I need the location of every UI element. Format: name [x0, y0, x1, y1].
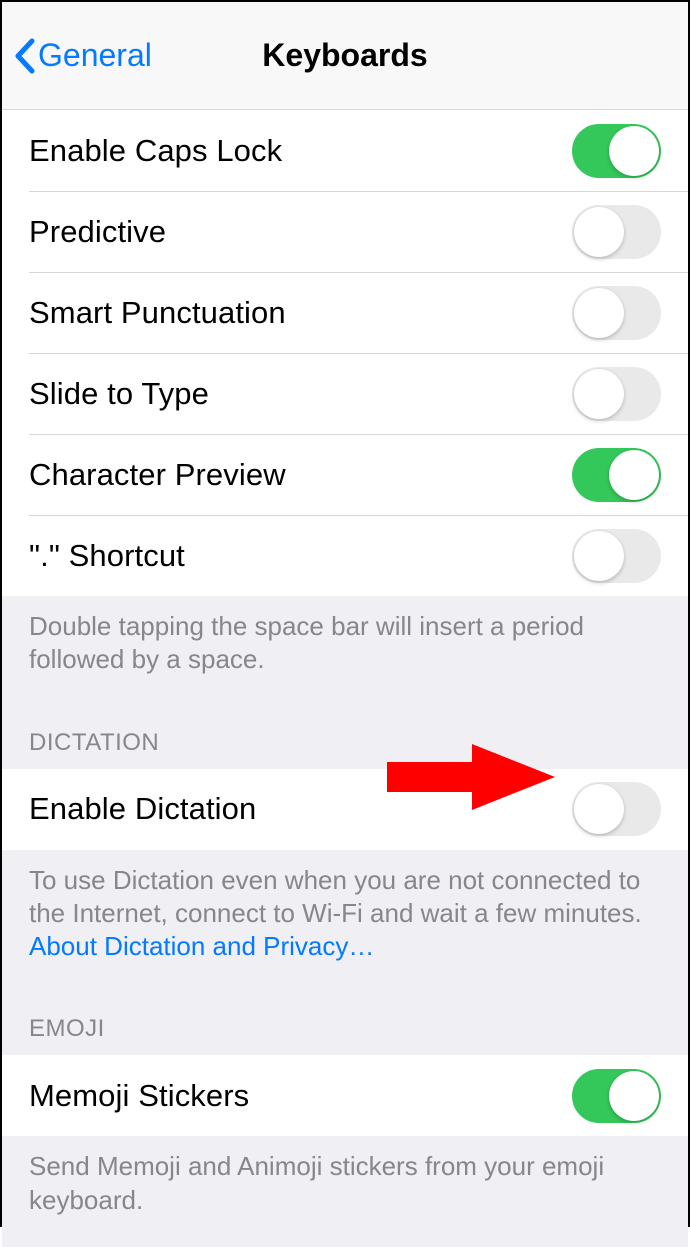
settings-group-typing: Enable Caps Lock Predictive Smart Punctu…: [2, 110, 688, 699]
about-dictation-link[interactable]: About Dictation and Privacy…: [29, 931, 374, 961]
row-character-preview: Character Preview: [2, 434, 688, 515]
row-label: "." Shortcut: [29, 538, 185, 574]
back-button[interactable]: General: [2, 37, 152, 75]
row-label: Memoji Stickers: [29, 1078, 249, 1114]
row-label: Enable Dictation: [29, 791, 256, 827]
group-header: EMOJI: [2, 985, 688, 1055]
toggle-character-preview[interactable]: [572, 448, 661, 502]
row-label: Character Preview: [29, 457, 286, 493]
row-label: Enable Caps Lock: [29, 133, 282, 169]
group-header: DICTATION: [2, 699, 688, 769]
chevron-left-icon: [12, 37, 36, 75]
settings-content: Enable Caps Lock Predictive Smart Punctu…: [2, 110, 688, 1247]
row-memoji-stickers: Memoji Stickers: [2, 1055, 688, 1136]
row-predictive: Predictive: [2, 191, 688, 272]
toggle-predictive[interactable]: [572, 205, 661, 259]
group-footer: Send Memoji and Animoji stickers from yo…: [2, 1136, 688, 1247]
back-label: General: [38, 37, 152, 74]
toggle-slide-to-type[interactable]: [572, 367, 661, 421]
row-enable-dictation: Enable Dictation: [2, 769, 688, 850]
row-label: Slide to Type: [29, 376, 209, 412]
group-footer: To use Dictation even when you are not c…: [2, 850, 688, 986]
toggle-enable-caps-lock[interactable]: [572, 124, 661, 178]
toggle-enable-dictation[interactable]: [572, 782, 661, 836]
settings-group-emoji: EMOJI Memoji Stickers Send Memoji and An…: [2, 985, 688, 1247]
navbar: General Keyboards: [2, 2, 688, 110]
toggle-memoji-stickers[interactable]: [572, 1069, 661, 1123]
settings-group-dictation: DICTATION Enable Dictation To use Dictat…: [2, 699, 688, 986]
row-smart-punctuation: Smart Punctuation: [2, 272, 688, 353]
row-label: Predictive: [29, 214, 166, 250]
row-label: Smart Punctuation: [29, 295, 286, 331]
group-footer: Double tapping the space bar will insert…: [2, 596, 688, 699]
row-slide-to-type: Slide to Type: [2, 353, 688, 434]
toggle-period-shortcut[interactable]: [572, 529, 661, 583]
toggle-smart-punctuation[interactable]: [572, 286, 661, 340]
row-enable-caps-lock: Enable Caps Lock: [2, 110, 688, 191]
row-period-shortcut: "." Shortcut: [2, 515, 688, 596]
dictation-footer-text: To use Dictation even when you are not c…: [29, 865, 642, 928]
